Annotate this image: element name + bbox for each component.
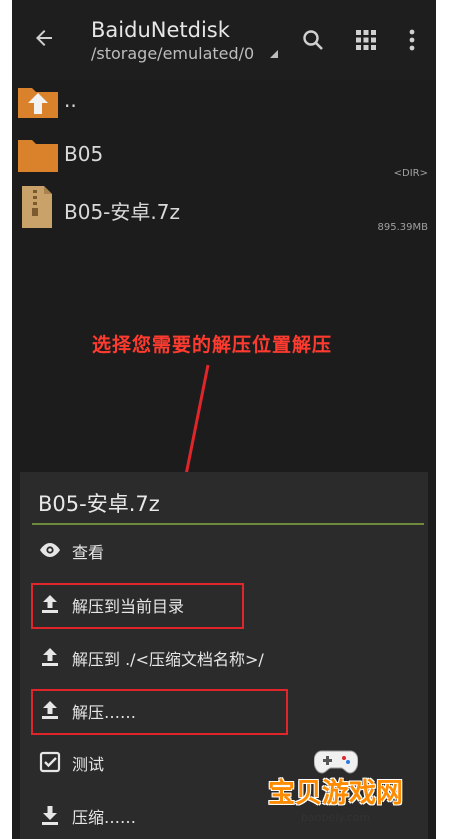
parent-folder-icon xyxy=(18,88,58,118)
grid-view-icon[interactable] xyxy=(354,28,378,52)
extract-icon xyxy=(42,648,58,666)
highlight-box-extract-custom xyxy=(31,689,288,735)
eye-icon xyxy=(40,543,60,557)
back-arrow-icon[interactable] xyxy=(32,26,56,50)
file-name: .. xyxy=(64,88,77,112)
checkbox-icon xyxy=(39,751,61,773)
menu-item-view[interactable]: 查看 xyxy=(20,526,428,574)
phone-screen: BaiduNetdisk /storage/emulated/0 .. B05 … xyxy=(12,0,436,839)
file-meta: 895.39MB xyxy=(377,222,428,233)
app-title: BaiduNetdisk xyxy=(91,18,230,42)
path-dropdown-icon[interactable] xyxy=(270,50,278,58)
menu-item-label: 查看 xyxy=(72,543,105,562)
highlight-box-extract-here xyxy=(31,583,244,629)
menu-item-label: 压缩…… xyxy=(72,808,137,827)
more-options-icon[interactable] xyxy=(400,28,424,52)
current-path[interactable]: /storage/emulated/0 xyxy=(91,44,254,63)
menu-item-label: 测试 xyxy=(72,755,105,774)
file-row-archive[interactable]: B05-安卓.7z 895.39MB xyxy=(12,180,436,233)
file-row-parent[interactable]: .. xyxy=(12,74,436,126)
watermark-text: 宝贝游戏网 xyxy=(268,778,403,809)
archive-file-icon xyxy=(22,186,52,228)
site-watermark: 宝贝游戏网 baobeiy.com xyxy=(268,745,438,835)
app-bar: BaiduNetdisk /storage/emulated/0 xyxy=(12,0,436,80)
compress-icon xyxy=(42,806,58,825)
sheet-divider xyxy=(32,523,424,525)
watermark-url: baobeiy.com xyxy=(301,811,371,824)
menu-item-extract-to-folder[interactable]: 解压到 ./<压缩文档名称>/ xyxy=(20,633,428,681)
instruction-annotation: 选择您需要的解压位置解压 xyxy=(92,334,333,356)
file-meta: <DIR> xyxy=(393,168,428,179)
file-name: B05-安卓.7z xyxy=(64,200,180,224)
file-row-b05[interactable]: B05 <DIR> xyxy=(12,128,436,180)
menu-item-label: 解压到 ./<压缩文档名称>/ xyxy=(72,650,264,669)
sheet-title: B05-安卓.7z xyxy=(38,492,160,516)
file-name: B05 xyxy=(64,142,104,166)
folder-icon xyxy=(18,140,58,172)
search-icon[interactable] xyxy=(301,28,325,52)
